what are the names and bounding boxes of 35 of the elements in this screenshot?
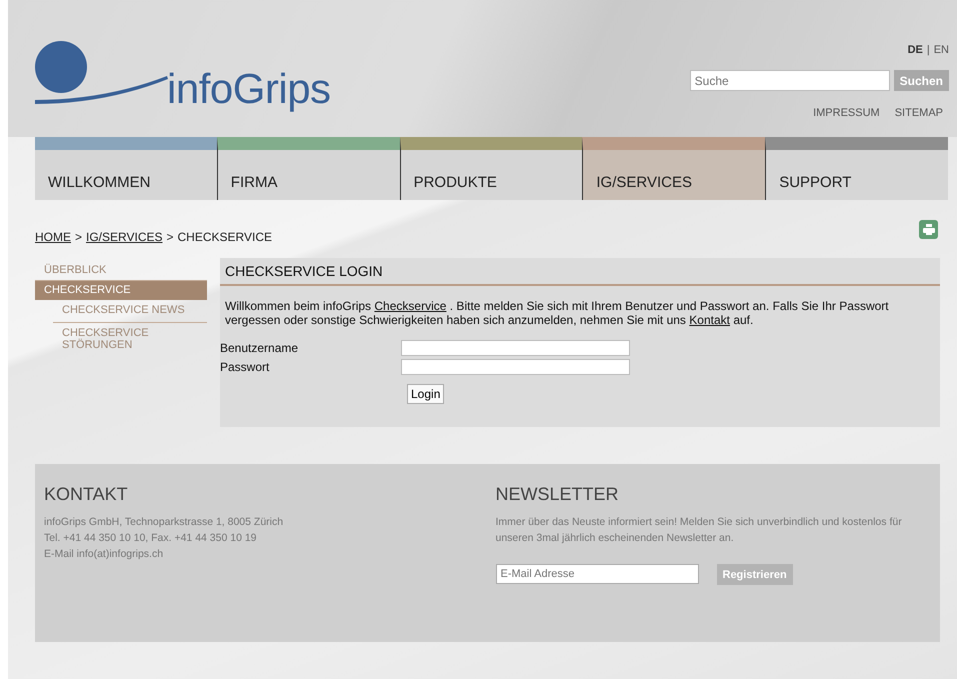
breadcrumb-separator: > xyxy=(166,230,174,244)
nav-tab[interactable]: WILLKOMMEN xyxy=(35,137,217,200)
language-link[interactable]: DE xyxy=(908,44,923,56)
breadcrumb-link[interactable]: IG/SERVICES xyxy=(86,230,162,244)
intro-text: Willkommen beim infoGrips Checkservice . Bitte melden Sie sich mit Ihrem Benutzer und Passwort an. Falls Sie Ihr Passwort vergessen oder sonstige Schwierigkeiten haben sich anzumelden, nehmen Sie mit uns Kontakt auf. xyxy=(225,299,890,327)
top-link[interactable]: IMPRESSUM xyxy=(813,107,880,119)
footer-heading: KONTAKT xyxy=(44,484,129,505)
field-label: Benutzername xyxy=(220,340,300,354)
search-field[interactable]: Suche xyxy=(690,70,890,91)
input-field[interactable] xyxy=(401,358,630,374)
logo-text: infoGrips xyxy=(167,68,331,110)
print-icon[interactable] xyxy=(919,220,938,239)
separator-text: | xyxy=(926,44,930,56)
contact-text: infoGrips GmbH, Technoparkstrasse 1, 8005 Zürich xyxy=(44,515,284,530)
nav-tab[interactable]: FIRMA xyxy=(216,137,400,200)
breadcrumb-separator: > xyxy=(75,230,82,244)
newsletter-text: Immer über das Neuste informiert sein! Melden Sie sich unverbindlich und kostenlos für unseren 3mal jährlich escheinenden Newsletter an. xyxy=(496,515,903,546)
logo-icon xyxy=(35,40,170,106)
field-label: Passwort xyxy=(220,360,270,374)
email-field[interactable]: E-Mail Adresse xyxy=(496,564,698,584)
input-field[interactable] xyxy=(401,340,630,356)
nav-tab[interactable]: IG/SERVICES xyxy=(582,137,766,200)
nav-tab[interactable]: PRODUKTE xyxy=(400,137,582,200)
nav-tab[interactable]: SUPPORT xyxy=(765,137,948,200)
contact-text: E-Mail info(at)infogrips.ch xyxy=(44,547,164,562)
breadcrumb-link[interactable]: HOME xyxy=(35,230,71,244)
contact-text: Tel. +41 44 350 10 10, Fax. +41 44 350 10 19 xyxy=(44,531,258,546)
login-button[interactable]: Login xyxy=(407,384,444,404)
intro-link[interactable]: Checkservice xyxy=(374,299,446,313)
top-link[interactable]: SITEMAP xyxy=(894,107,943,119)
panel-title: CHECKSERVICE LOGIN xyxy=(220,258,940,286)
intro-link[interactable]: Kontakt xyxy=(689,313,730,327)
footer-heading: NEWSLETTER xyxy=(496,484,620,505)
breadcrumb-current: CHECKSERVICE xyxy=(178,230,272,244)
language-link[interactable]: EN xyxy=(934,44,949,56)
